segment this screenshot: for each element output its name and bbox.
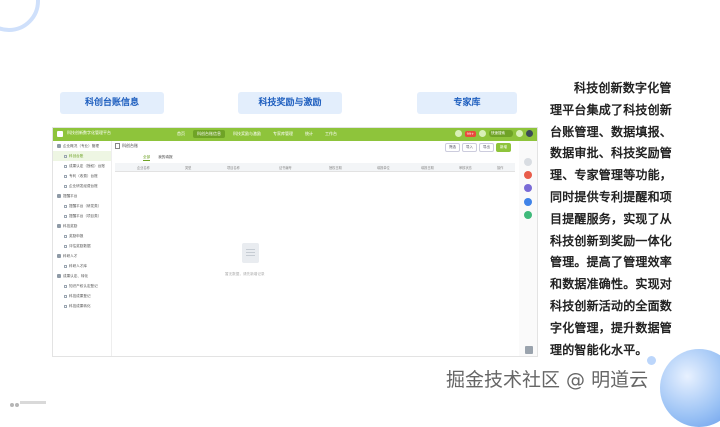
chat-icon[interactable] <box>524 158 532 166</box>
add-icon[interactable] <box>454 130 462 137</box>
column-header[interactable]: 审核状态 <box>459 165 472 170</box>
sidebar-item[interactable]: 科技成果转化 <box>53 301 111 311</box>
column-header[interactable]: 类型 <box>185 165 191 170</box>
footer-logo <box>10 392 52 407</box>
app-title: 科技创新数字化管理平台 <box>67 130 111 135</box>
app-logo-icon <box>57 131 63 137</box>
apps-icon[interactable] <box>516 130 523 137</box>
export-button[interactable]: 导出 <box>479 143 494 152</box>
search-input[interactable]: 快速搜索 <box>489 130 513 137</box>
right-rail <box>519 141 537 356</box>
sidebar-item[interactable]: 科技成果登记 <box>53 291 111 301</box>
sidebar-item[interactable]: 专利（收费）台账 <box>53 171 111 181</box>
avatar[interactable] <box>526 130 533 137</box>
column-header[interactable]: 证书编号 <box>279 165 292 170</box>
filter-button[interactable]: 筛选 <box>445 143 460 152</box>
document-icon <box>115 143 120 149</box>
view-tab-label: 科创台账 <box>122 143 138 148</box>
tag-rewards: 科技奖励与激励 <box>238 92 342 114</box>
tag-experts: 专家库 <box>417 92 517 114</box>
sidebar-item[interactable]: 知识产权认定登记 <box>53 281 111 291</box>
sidebar-item[interactable]: 评估奖励数据 <box>53 241 111 251</box>
sidebar-item[interactable]: 提醒平台（研发类） <box>53 201 111 211</box>
sidebar-item[interactable]: 成果认定、转化 <box>53 271 111 281</box>
nav-rewards[interactable]: 科技奖励与激励 <box>229 130 265 138</box>
topbar-tools: 99+ 快速搜索 <box>454 130 533 137</box>
sidebar-item[interactable]: 科创台账 <box>53 151 111 161</box>
add-record-button[interactable]: 新增 <box>496 143 511 152</box>
column-header[interactable]: 授权日期 <box>329 165 342 170</box>
empty-state-text: 暂无数据，请先新增记录 <box>225 272 265 276</box>
app-screenshot: 科技创新数字化管理平台 首页 科创台账信息 科技奖励与激励 专家库管理 统计 工… <box>52 127 538 357</box>
sidebar-item[interactable]: 提醒平台（项目类） <box>53 211 111 221</box>
watermark: 掘金技术社区 @ 明道云 <box>446 369 649 391</box>
column-header[interactable]: 填报单位 <box>377 165 390 170</box>
sidebar-item[interactable]: 成果认定（授权）台账 <box>53 161 111 171</box>
sidebar-item[interactable]: 科技奖励 <box>53 221 111 231</box>
sidebar-item[interactable]: 企业概况（专业）管理 <box>53 141 111 151</box>
toolbar: 筛选 导入 导出 新增 <box>445 143 511 152</box>
view-tab[interactable]: 科创台账 <box>115 143 138 152</box>
nav-ledger[interactable]: 科创台账信息 <box>193 130 225 138</box>
column-header[interactable]: 操作 <box>497 165 503 170</box>
tag-ledger: 科创台账信息 <box>60 92 164 114</box>
apps-icon[interactable] <box>524 211 532 219</box>
table-header: 企业名称 类型 项目名称 证书编号 授权日期 填报单位 填报日期 审核状态 操作 <box>115 163 515 172</box>
sidebar-item[interactable]: 企业研发经费台账 <box>53 181 111 191</box>
tab-mine[interactable]: 我的填报 <box>158 155 172 161</box>
app-topbar: 科技创新数字化管理平台 首页 科创台账信息 科技奖励与激励 专家库管理 统计 工… <box>53 128 537 141</box>
empty-state-icon <box>242 243 259 263</box>
nav-experts[interactable]: 专家库管理 <box>269 130 297 138</box>
message-icon[interactable] <box>524 171 532 179</box>
decor-ring <box>0 0 40 32</box>
sub-tabs: 全部 我的填报 <box>143 155 173 161</box>
main-panel: 科创台账 筛选 导入 导出 新增 全部 我的填报 企业名称 类型 项目名称 证书… <box>115 141 515 356</box>
bell-icon[interactable] <box>524 184 532 192</box>
help-icon[interactable] <box>479 130 486 137</box>
sidebar-item[interactable]: 科研人才 <box>53 251 111 261</box>
column-header[interactable]: 项目名称 <box>227 165 240 170</box>
user-icon[interactable] <box>524 198 532 206</box>
sidebar-item[interactable]: 奖励申报 <box>53 231 111 241</box>
app-nav: 首页 科创台账信息 科技奖励与激励 专家库管理 统计 工作台 <box>173 130 341 138</box>
nav-home[interactable]: 首页 <box>173 130 189 138</box>
column-header[interactable]: 企业名称 <box>137 165 150 170</box>
sidebar: 企业概况（专业）管理 科创台账 成果认定（授权）台账 专利（收费）台账 企业研发… <box>53 141 112 356</box>
nav-workbench[interactable]: 工作台 <box>321 130 341 138</box>
notification-badge[interactable]: 99+ <box>464 130 476 137</box>
nav-stats[interactable]: 统计 <box>301 130 317 138</box>
column-header[interactable]: 填报日期 <box>421 165 434 170</box>
description-text: 科技创新数字化管理平台集成了科技创新台账管理、数据填报、数据审批、科技奖励管理、… <box>550 81 673 357</box>
import-button[interactable]: 导入 <box>462 143 477 152</box>
sidebar-item[interactable]: 科研人才库 <box>53 261 111 271</box>
tab-all[interactable]: 全部 <box>143 155 151 161</box>
back-to-top-icon[interactable] <box>525 346 533 354</box>
sidebar-item[interactable]: 提醒平台 <box>53 191 111 201</box>
